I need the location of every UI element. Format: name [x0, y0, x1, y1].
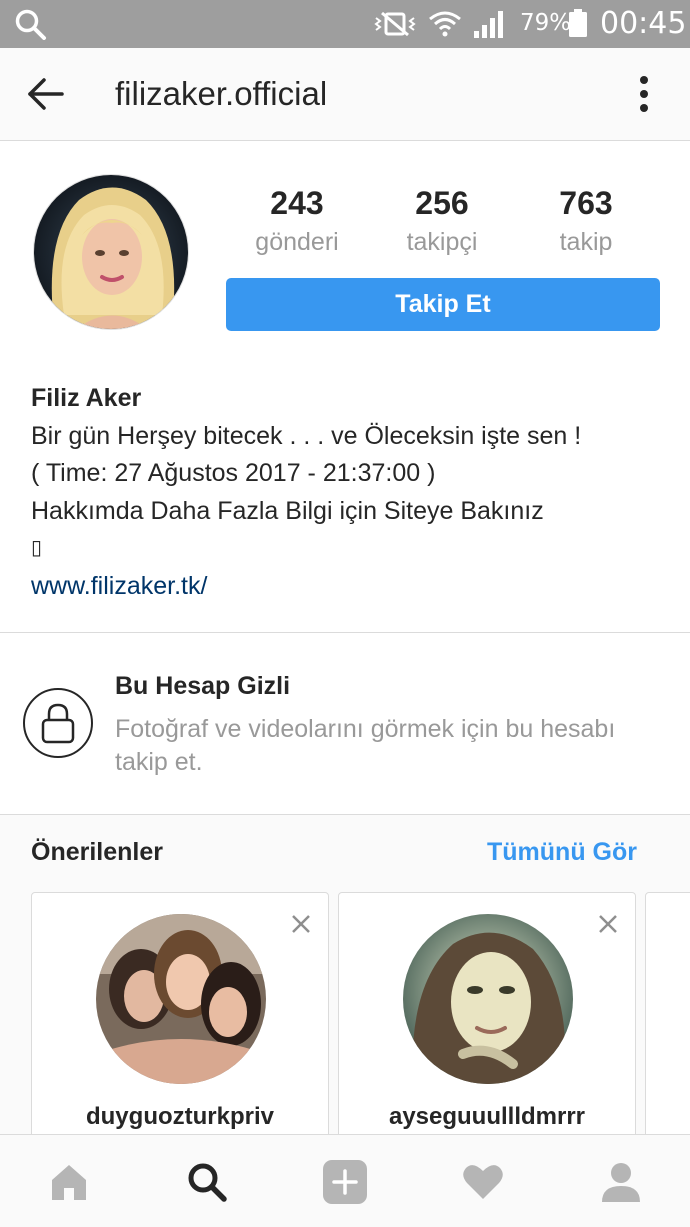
- following-count: 763: [559, 185, 613, 221]
- suggestion-card[interactable]: [645, 892, 690, 1152]
- vibrate-icon: [374, 11, 416, 37]
- see-all-link[interactable]: Tümünü Gör: [487, 838, 637, 867]
- private-account-title: Bu Hesap Gizli: [115, 672, 291, 700]
- private-account-description: Fotoğraf ve videolarını görmek için bu h…: [115, 715, 616, 776]
- bottom-navigation: [0, 1134, 690, 1227]
- wifi-icon: [429, 11, 461, 37]
- suggestion-username[interactable]: ayseguuullldmrrr: [339, 1103, 635, 1131]
- stat-followers[interactable]: 256 takipçi: [372, 183, 512, 259]
- search-icon[interactable]: [14, 8, 48, 40]
- profile-bio: Filiz Aker Bir gün Herşey bitecek . . . …: [31, 380, 671, 606]
- suggestions-title: Önerilenler: [31, 838, 163, 866]
- profile-avatar[interactable]: [33, 174, 189, 330]
- close-icon[interactable]: [290, 913, 312, 935]
- website-link[interactable]: www.filizaker.tk/: [31, 568, 671, 606]
- nav-add-post[interactable]: [276, 1135, 414, 1227]
- follow-button[interactable]: Takip Et: [226, 278, 660, 331]
- bio-line: ▯: [31, 537, 43, 560]
- avatar-image: [96, 914, 266, 1084]
- nav-home[interactable]: [0, 1135, 138, 1227]
- avatar-image: [403, 914, 573, 1084]
- lock-icon: [23, 688, 93, 758]
- system-icons: [372, 8, 504, 40]
- avatar-image: [34, 175, 188, 329]
- followers-count: 256: [415, 185, 469, 221]
- profile-icon: [602, 1162, 640, 1202]
- suggestion-card[interactable]: duyguozturkpriv: [31, 892, 329, 1152]
- status-bar: 79% 00:45: [0, 0, 690, 48]
- heart-icon: [463, 1164, 503, 1199]
- signal-icon: [474, 11, 503, 38]
- bio-line: Hakkımda Daha Fazla Bilgi için Siteye Ba…: [31, 496, 544, 525]
- back-arrow-icon[interactable]: [26, 76, 64, 112]
- close-icon[interactable]: [597, 913, 619, 935]
- nav-profile[interactable]: [552, 1135, 690, 1227]
- suggestion-card[interactable]: ayseguuullldmrrr: [338, 892, 636, 1152]
- suggestion-avatar[interactable]: [96, 914, 266, 1084]
- nav-activity[interactable]: [414, 1135, 552, 1227]
- profile-full-name: Filiz Aker: [31, 384, 142, 412]
- battery-icon: [569, 9, 587, 37]
- add-post-icon: [323, 1159, 367, 1204]
- more-vertical-icon[interactable]: [630, 72, 658, 116]
- header-username: filizaker.official: [115, 75, 328, 112]
- home-icon: [52, 1164, 86, 1200]
- followers-label: takipçi: [406, 228, 478, 256]
- suggestion-username[interactable]: duyguozturkpriv: [32, 1103, 328, 1131]
- clock-time: 00:45: [600, 6, 687, 41]
- nav-search[interactable]: [138, 1135, 276, 1227]
- battery-percent: 79%: [520, 10, 572, 36]
- profile-header: filizaker.official: [0, 48, 690, 141]
- section-divider: [0, 632, 690, 633]
- following-label: takip: [559, 228, 613, 256]
- posts-count: 243: [270, 185, 324, 221]
- posts-label: gönderi: [255, 228, 339, 256]
- suggestion-avatar[interactable]: [403, 914, 573, 1084]
- profile-stats: 243 gönderi 256 takipçi 763 takip: [226, 183, 660, 263]
- search-icon: [188, 1163, 227, 1202]
- bio-line: ( Time: 27 Ağustos 2017 - 21:37:00 ): [31, 459, 436, 488]
- stat-following[interactable]: 763 takip: [516, 183, 656, 259]
- stat-posts[interactable]: 243 gönderi: [227, 183, 367, 259]
- bio-line: Bir gün Herşey bitecek . . . ve Öleceksi…: [31, 421, 582, 450]
